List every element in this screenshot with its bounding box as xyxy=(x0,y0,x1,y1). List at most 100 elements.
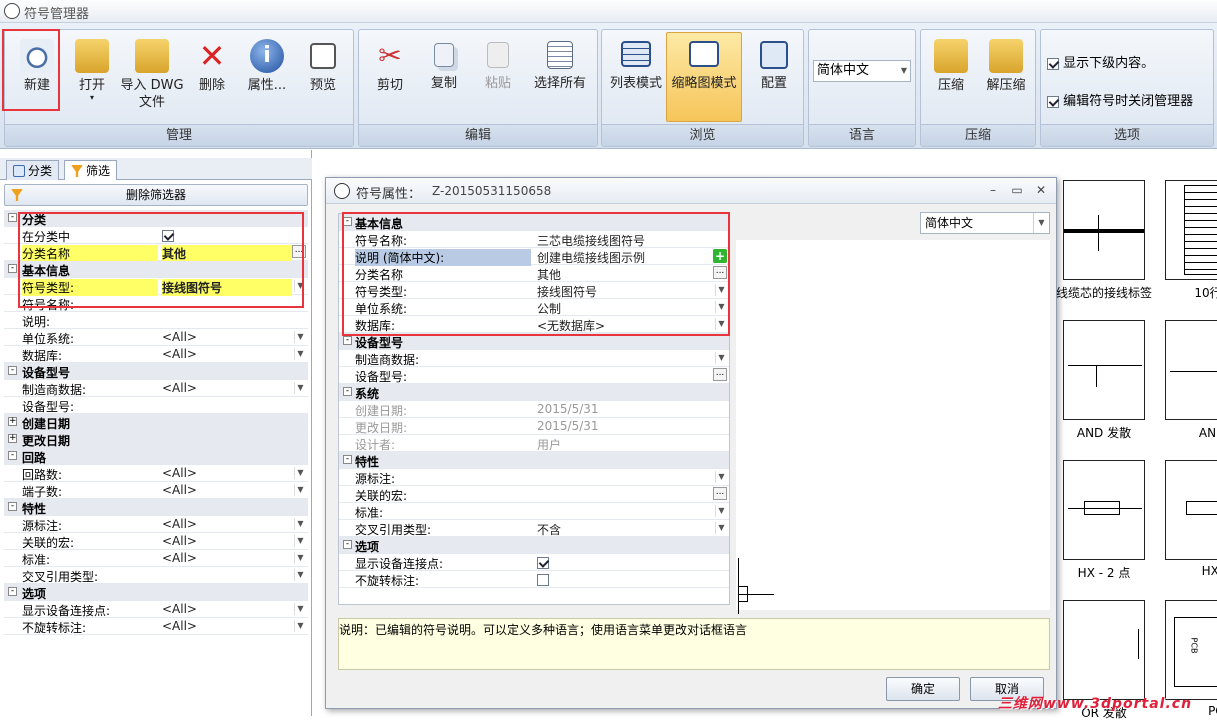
chevron-down-icon[interactable]: ▼ xyxy=(294,620,306,632)
property-row[interactable]: 单位系统: 公制 ▼ xyxy=(339,299,729,316)
property-value[interactable]: <All> xyxy=(162,619,292,633)
decompress-button[interactable]: 解压缩 xyxy=(979,32,1033,122)
chevron-down-icon[interactable]: ▼ xyxy=(294,382,306,394)
property-row[interactable]: 显示设备连接点: <All> ▼ xyxy=(4,601,308,618)
close-on-edit-checkbox[interactable] xyxy=(1047,95,1059,108)
property-row[interactable]: 单位系统: <All> ▼ xyxy=(4,329,308,346)
property-category[interactable]: - 选项 xyxy=(4,584,308,601)
collapse-icon[interactable]: - xyxy=(343,540,352,549)
symbol-thumbnail[interactable] xyxy=(1063,600,1145,700)
collapse-icon[interactable]: - xyxy=(8,451,17,460)
collapse-icon[interactable]: - xyxy=(8,213,17,222)
property-category[interactable]: - 基本信息 xyxy=(4,261,308,278)
property-row[interactable]: 关联的宏:... xyxy=(339,486,729,503)
symbol-thumbnail[interactable] xyxy=(1165,460,1217,560)
configure-button[interactable]: 配置 xyxy=(748,32,800,122)
symbol-thumbnail[interactable]: PCB xyxy=(1165,600,1217,700)
property-row[interactable]: 在分类中 xyxy=(4,227,308,244)
property-checkbox[interactable] xyxy=(162,229,174,242)
property-row[interactable]: 不旋转标注: <All> ▼ xyxy=(4,618,308,635)
tab-filter[interactable]: 筛选 xyxy=(64,160,118,180)
property-row[interactable]: 回路数: <All> ▼ xyxy=(4,465,308,482)
property-value[interactable]: <All> xyxy=(162,330,292,344)
property-category[interactable]: - 设备型号 xyxy=(4,363,308,380)
property-value[interactable]: 接线图符号 xyxy=(537,283,707,300)
property-row[interactable]: 说明 (简体中文): 创建电缆接线图示例 + xyxy=(339,248,729,266)
property-value[interactable]: 接线图符号 xyxy=(162,279,292,296)
property-category[interactable]: - 特性 xyxy=(339,452,729,469)
property-value[interactable]: 三芯电缆接线图符号 xyxy=(537,232,707,249)
expand-icon[interactable]: + xyxy=(8,417,17,426)
paste-button[interactable]: 粘贴 xyxy=(473,32,523,122)
chevron-down-icon[interactable]: ▼ xyxy=(715,284,727,296)
chevron-down-icon[interactable]: ▼ xyxy=(715,522,727,534)
property-row[interactable]: 交叉引用类型: 不含 ▼ xyxy=(339,520,729,537)
collapse-icon[interactable]: - xyxy=(8,366,17,375)
chevron-down-icon[interactable]: ▼ xyxy=(294,535,306,547)
property-row[interactable]: 设备型号: xyxy=(4,397,308,414)
chevron-down-icon[interactable]: ▼ xyxy=(715,318,727,330)
property-category[interactable]: + 创建日期 xyxy=(4,414,308,431)
property-row[interactable]: 设计者: 用户 xyxy=(339,435,729,452)
property-value[interactable]: 2015/5/31 xyxy=(537,402,707,416)
symbol-thumbnail[interactable] xyxy=(1165,180,1217,280)
symbol-thumbnail[interactable] xyxy=(1165,320,1217,420)
property-row[interactable]: 分类名称 其他... xyxy=(4,244,308,262)
property-category[interactable]: - 特性 xyxy=(4,499,308,516)
chevron-down-icon[interactable]: ▼ xyxy=(294,467,306,479)
ok-button[interactable]: 确定 xyxy=(886,677,960,701)
language-select[interactable]: 简体中文 ▼ xyxy=(813,60,911,82)
collapse-icon[interactable]: - xyxy=(8,264,17,273)
property-row[interactable]: 源标注: <All> ▼ xyxy=(4,516,308,533)
tab-category[interactable]: 分类 xyxy=(6,160,60,180)
property-value[interactable]: <All> xyxy=(162,551,292,565)
show-sub-option[interactable]: 显示下级内容。 xyxy=(1047,52,1154,71)
collapse-icon[interactable]: - xyxy=(8,502,17,511)
property-category[interactable]: - 选项 xyxy=(339,537,729,554)
property-row[interactable]: 关联的宏: <All> ▼ xyxy=(4,533,308,550)
property-checkbox[interactable] xyxy=(537,556,549,569)
property-value[interactable]: <All> xyxy=(162,466,292,480)
open-dropdown-arrow-icon[interactable]: ▾ xyxy=(68,94,116,102)
collapse-icon[interactable]: - xyxy=(343,217,352,226)
property-row[interactable]: 源标注: ▼ xyxy=(339,469,729,486)
collapse-icon[interactable]: - xyxy=(343,455,352,464)
property-value[interactable]: <All> xyxy=(162,602,292,616)
property-row[interactable]: 数据库: <All> ▼ xyxy=(4,346,308,363)
show-sub-checkbox[interactable] xyxy=(1047,57,1059,70)
new-button[interactable]: 新建 xyxy=(11,32,63,122)
property-row[interactable]: 说明: xyxy=(4,312,308,329)
property-category[interactable]: + 更改日期 xyxy=(4,431,308,448)
symbol-thumbnail[interactable] xyxy=(1063,180,1145,280)
collapse-icon[interactable]: - xyxy=(8,587,17,596)
chevron-down-icon[interactable]: ▼ xyxy=(294,484,306,496)
minimize-icon[interactable]: – xyxy=(984,182,1002,198)
chevron-down-icon[interactable]: ▼ xyxy=(294,569,306,581)
list-mode-button[interactable]: 列表模式 xyxy=(604,32,668,122)
open-button[interactable]: 打开 ▾ xyxy=(67,32,117,122)
collapse-icon[interactable]: - xyxy=(343,336,352,345)
close-on-edit-option[interactable]: 编辑符号时关闭管理器 xyxy=(1047,90,1193,109)
property-value[interactable]: 公制 xyxy=(537,300,707,317)
property-value[interactable]: <All> xyxy=(162,483,292,497)
property-row[interactable]: 符号名称: xyxy=(4,295,308,312)
import-dwg-button[interactable]: 导入 DWG 文件 xyxy=(119,32,185,122)
property-value[interactable]: <All> xyxy=(162,517,292,531)
cut-button[interactable]: ✂ 剪切 xyxy=(365,32,415,122)
property-row[interactable]: 标准: ▼ xyxy=(339,503,729,520)
property-checkbox[interactable] xyxy=(537,573,549,586)
delete-button[interactable]: ✕ 删除 xyxy=(189,32,235,122)
dialog-language-select[interactable]: 简体中文 ▼ xyxy=(920,212,1050,234)
property-row[interactable]: 设备型号:... xyxy=(339,367,729,384)
properties-button[interactable]: i 属性... xyxy=(239,32,295,122)
property-row[interactable]: 交叉引用类型: ▼ xyxy=(4,567,308,584)
property-row[interactable]: 制造商数据: ▼ xyxy=(339,350,729,367)
property-value[interactable]: 创建电缆接线图示例 xyxy=(537,249,707,266)
property-category[interactable]: - 设备型号 xyxy=(339,333,729,350)
property-value[interactable]: 2015/5/31 xyxy=(537,419,707,433)
property-value[interactable]: <All> xyxy=(162,347,292,361)
chevron-down-icon[interactable]: ▼ xyxy=(294,518,306,530)
property-value[interactable] xyxy=(537,572,707,586)
property-row[interactable]: 数据库: <无数据库> ▼ xyxy=(339,316,729,333)
browse-button[interactable]: ... xyxy=(713,266,727,279)
